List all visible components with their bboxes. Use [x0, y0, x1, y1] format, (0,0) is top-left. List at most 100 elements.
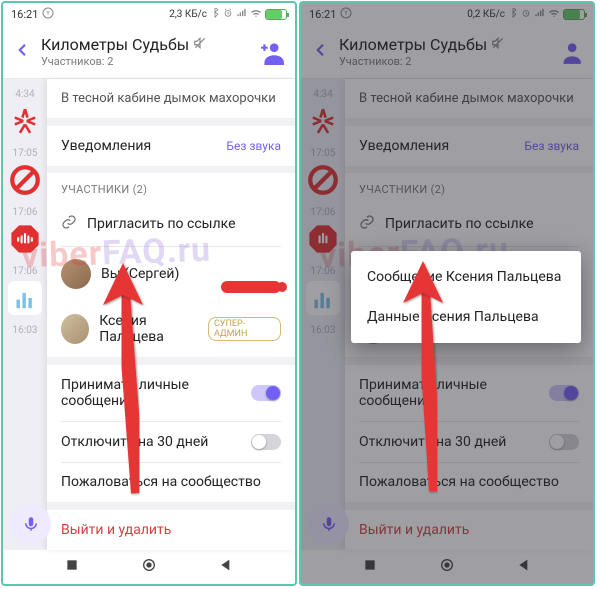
disable-30-toggle[interactable] [251, 434, 281, 450]
accept-pm-toggle[interactable] [251, 385, 281, 401]
avatar [61, 314, 89, 344]
phone-right: 16:21 Y 0,2 КБ/с Километры Судьбы Участн… [299, 1, 595, 586]
back-icon[interactable] [311, 41, 329, 63]
disable-30-label: Отключить на 30 дней [359, 434, 506, 450]
wifi-icon [548, 7, 560, 22]
community-description: В тесной кабине дымок махорочки [47, 79, 295, 118]
member-name: Вы (Сергей) [101, 266, 179, 282]
battery-icon [563, 9, 585, 20]
muted-icon [491, 35, 505, 54]
leave-row[interactable]: Выйти и удалить [345, 510, 593, 550]
accept-pm-toggle[interactable] [549, 385, 579, 401]
nav-back[interactable] [218, 557, 234, 577]
report-label: Пожаловаться на сообщество [61, 474, 261, 490]
invite-row[interactable]: Пригласить по ссылке [345, 202, 593, 246]
back-icon[interactable] [13, 41, 31, 63]
participants-header: УЧАСТНИКИ (2) [47, 173, 295, 202]
peek-icon-bars [8, 281, 42, 315]
notifications-label: Уведомления [359, 138, 449, 154]
status-bar: 16:21 Y 2,3 КБ/с [3, 3, 295, 25]
participants-header: УЧАСТНИКИ (2) [345, 173, 593, 202]
mute-link[interactable]: Без звука [226, 139, 281, 153]
nav-recents[interactable] [64, 557, 80, 577]
header: Километры Судьбы Участников: 2 [301, 25, 593, 79]
yandex-icon: Y [340, 7, 352, 22]
chat-title: Километры Судьбы [339, 35, 487, 54]
disable-30-toggle[interactable] [549, 434, 579, 450]
link-icon [359, 214, 375, 234]
peek-icon-stop [8, 222, 42, 256]
android-navbar [3, 550, 295, 584]
report-row[interactable]: Пожаловаться на сообщество [345, 462, 593, 502]
svg-text:Y: Y [47, 10, 51, 17]
status-time: 16:21 [309, 8, 336, 21]
menu-item-info[interactable]: Данные Ксения Пальцева [351, 297, 581, 337]
member-row-ksenia[interactable]: Ксения Пальцева СУПЕР-АДМИН [47, 301, 295, 357]
signal-icon [236, 7, 247, 21]
annotation-connector [221, 281, 281, 293]
signal-icon [534, 7, 545, 21]
peek-time: 16:03 [311, 325, 336, 336]
accept-pm-row[interactable]: Принимать личные сообщения [345, 365, 593, 421]
peek-time: 16:03 [13, 325, 38, 336]
nav-recents[interactable] [362, 557, 378, 577]
net-speed: 0,2 КБ/с [467, 9, 505, 20]
peek-time: 17:06 [311, 207, 336, 218]
disable-30-row[interactable]: Отключить на 30 дней [345, 422, 593, 462]
chat-peek-strip: 4:34 17:05 17:06 17:06 16:03 [3, 79, 47, 550]
muted-icon [193, 35, 207, 54]
accept-pm-label: Принимать личные сообщения [359, 377, 509, 409]
peek-time: 17:06 [13, 207, 38, 218]
leave-label: Выйти и удалить [359, 522, 469, 538]
notifications-row[interactable]: Уведомления Без звука [47, 126, 295, 166]
leave-label: Выйти и удалить [61, 522, 171, 538]
add-member-button[interactable] [557, 39, 583, 65]
voice-fab[interactable] [11, 504, 51, 544]
android-navbar [301, 550, 593, 584]
svg-text:Y: Y [345, 10, 349, 17]
chat-subtitle: Участников: 2 [339, 55, 547, 68]
peek-icon-nosign [8, 163, 42, 197]
leave-row[interactable]: Выйти и удалить [47, 510, 295, 550]
accept-pm-row[interactable]: Принимать личные сообщения [47, 365, 295, 421]
bluetooth-icon [210, 8, 220, 21]
chat-title: Километры Судьбы [41, 35, 189, 54]
member-context-menu: Сообщение Ксения Пальцева Данные Ксения … [351, 251, 581, 343]
member-name: Ксения Пальцева [99, 313, 208, 345]
invite-row[interactable]: Пригласить по ссылке [47, 202, 295, 246]
mute-link[interactable]: Без звука [524, 139, 579, 153]
disable-30-label: Отключить на 30 дней [61, 434, 208, 450]
peek-time: 17:05 [13, 148, 38, 159]
info-panel: В тесной кабине дымок махорочки Уведомле… [47, 79, 295, 550]
wifi-icon [250, 7, 262, 22]
alarm-icon [521, 8, 531, 21]
peek-icon-bars [306, 281, 340, 315]
disable-30-row[interactable]: Отключить на 30 дней [47, 422, 295, 462]
link-icon [61, 214, 77, 234]
add-member-button[interactable] [259, 39, 285, 65]
phone-left: 16:21 Y 2,3 КБ/с [1, 1, 297, 586]
peek-time: 4:34 [313, 89, 332, 100]
avatar [61, 259, 91, 289]
alarm-icon [223, 8, 233, 21]
chat-subtitle: Участников: 2 [41, 55, 249, 68]
invite-label: Пригласить по ссылке [385, 216, 534, 232]
status-time: 16:21 [11, 8, 38, 21]
notifications-row[interactable]: Уведомления Без звука [345, 126, 593, 166]
superadmin-badge: СУПЕР-АДМИН [208, 317, 281, 341]
voice-fab[interactable] [309, 504, 349, 544]
notifications-label: Уведомления [61, 138, 151, 154]
chat-peek-strip: 4:34 17:05 17:06 17:06 16:03 [301, 79, 345, 550]
community-description: В тесной кабине дымок махорочки [345, 79, 593, 118]
status-bar: 16:21 Y 0,2 КБ/с [301, 3, 593, 25]
menu-item-message[interactable]: Сообщение Ксения Пальцева [351, 257, 581, 297]
battery-icon [265, 9, 287, 20]
nav-home[interactable] [439, 557, 455, 577]
nav-back[interactable] [516, 557, 532, 577]
report-row[interactable]: Пожаловаться на сообщество [47, 462, 295, 502]
nav-home[interactable] [141, 557, 157, 577]
peek-icon-nosign [306, 163, 340, 197]
peek-icon-spark [8, 104, 42, 138]
net-speed: 2,3 КБ/с [169, 9, 207, 20]
peek-time: 17:05 [311, 148, 336, 159]
